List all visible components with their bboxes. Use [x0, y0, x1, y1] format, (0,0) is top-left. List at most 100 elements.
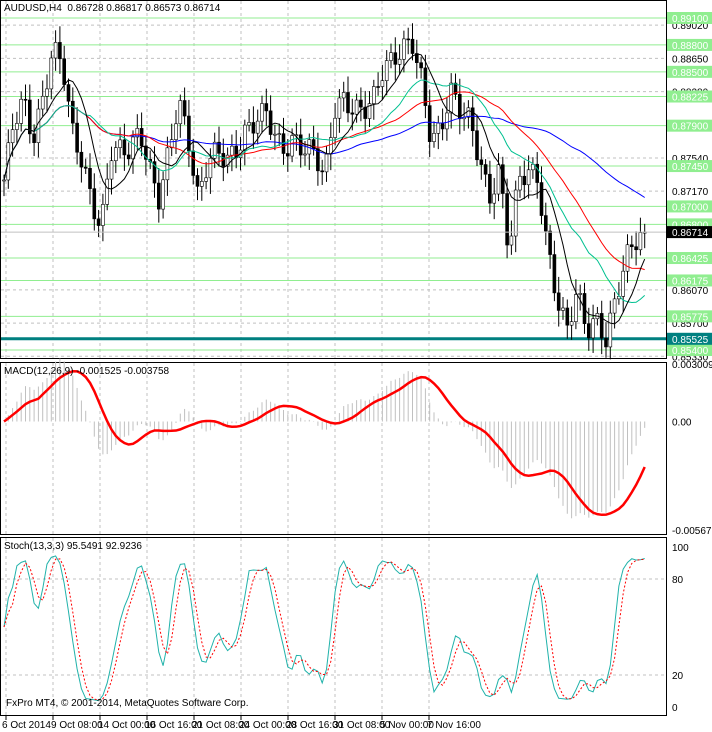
candle-body — [483, 164, 488, 175]
candle-body — [440, 122, 445, 130]
price-level-label: 0.87450 — [672, 162, 709, 173]
symbol-label: AUDUSD,H4 — [4, 3, 62, 14]
candle-body — [27, 99, 32, 135]
candle-body — [53, 42, 58, 59]
candle-body — [324, 153, 329, 173]
candle-body — [574, 294, 578, 322]
candle-body — [406, 38, 411, 41]
stoch-axis-label: 80 — [672, 575, 684, 586]
candle-body — [500, 164, 505, 194]
candle-body — [341, 92, 346, 99]
candle-body — [350, 112, 355, 115]
candle-body — [83, 166, 88, 169]
candle-body — [371, 86, 376, 104]
current-price-label: 0.86714 — [672, 228, 709, 239]
candle-body — [277, 133, 282, 135]
price-level-label: 0.85400 — [672, 346, 709, 357]
candle-body — [410, 38, 415, 54]
candle-body — [243, 124, 247, 151]
candle-body — [522, 175, 527, 186]
candle-body — [561, 307, 565, 311]
price-level-label: 0.87900 — [672, 122, 709, 133]
candle-body — [354, 99, 359, 115]
candle-body — [264, 103, 269, 112]
candle-body — [509, 235, 514, 246]
candle-body — [513, 189, 518, 237]
chart-header: AUDUSD,H4 0.86728 0.86817 0.86573 0.8671… — [4, 3, 220, 14]
x-axis-label: 7 Nov 16:00 — [427, 720, 481, 731]
price-level-label: 0.87000 — [672, 202, 709, 213]
chart-window: 6 Oct 2014 9 Oct 08:00 14 Oct 00:00 16 Oct … — [0, 0, 712, 732]
macd-axis-label: 0.003009 — [672, 360, 712, 371]
candle-body — [346, 92, 350, 114]
candle-body — [191, 150, 195, 176]
candle-body — [268, 110, 273, 135]
candle-body — [182, 100, 187, 117]
stoch-label: Stoch(13,3,3) 95.5491 92.9236 — [4, 541, 142, 552]
candle-body — [423, 67, 428, 106]
price-level-label: 0.88500 — [672, 68, 709, 79]
candle-body — [578, 293, 583, 295]
candle-body — [161, 179, 165, 210]
support-label: 0.85525 — [672, 335, 709, 346]
stoch-axis-label: 20 — [672, 671, 684, 682]
price-tick-label: 0.86070 — [672, 286, 709, 297]
ohlc-label: 0.86728 0.86817 0.86573 0.86714 — [67, 3, 221, 14]
candle-body — [419, 62, 423, 69]
copyright-label: FxPro MT4, © 2001-2014, MetaQuotes Softw… — [6, 698, 249, 709]
candle-body — [548, 230, 552, 255]
candle-body — [208, 157, 213, 179]
candle-body — [251, 122, 256, 134]
candle-body — [565, 307, 570, 326]
stoch-axis-label: 0 — [672, 703, 678, 714]
candle-body — [290, 135, 294, 157]
candle-body — [19, 98, 24, 124]
candle-body — [449, 82, 454, 114]
candle-body — [621, 270, 626, 297]
candle-body — [492, 193, 497, 204]
candle-body — [432, 133, 436, 142]
price-level-label: 0.86425 — [672, 254, 709, 265]
candle-body — [333, 117, 337, 138]
price-level-label: 0.85775 — [672, 312, 709, 323]
candle-body — [174, 123, 178, 140]
candle-body — [96, 218, 101, 226]
candle-body — [380, 80, 385, 87]
candle-body — [376, 86, 380, 88]
candle-body — [247, 122, 251, 126]
price-level-label: 0.88225 — [672, 93, 709, 104]
candle-body — [195, 175, 200, 187]
candle-body — [157, 182, 161, 210]
candle-body — [88, 168, 92, 189]
price-level-label: 0.86175 — [672, 276, 709, 287]
candle-body — [397, 58, 402, 65]
candle-body — [200, 181, 204, 187]
candle-body — [591, 318, 595, 339]
price-tick-label: 0.88650 — [672, 54, 709, 65]
candle-body — [552, 254, 557, 294]
candle-body — [32, 133, 36, 143]
candle-body — [178, 100, 183, 125]
candle-body — [488, 173, 492, 204]
candle-body — [204, 177, 208, 182]
candle-body — [445, 112, 449, 130]
candle-body — [15, 123, 19, 130]
candle-body — [126, 154, 131, 160]
candle-body — [109, 160, 114, 180]
candle-body — [505, 193, 509, 246]
candle-body — [71, 100, 75, 124]
candle-body — [58, 42, 62, 60]
price-tick-label: 0.87170 — [672, 187, 709, 198]
x-axis-label: 6 Oct 2014 — [2, 720, 51, 731]
candle-body — [337, 97, 342, 119]
candle-body — [475, 130, 479, 161]
candle-body — [118, 139, 122, 148]
candle-body — [604, 337, 608, 348]
candle-body — [273, 133, 277, 136]
candle-body — [66, 84, 71, 102]
candle-body — [384, 60, 389, 81]
candle-body — [122, 139, 127, 156]
candle-body — [569, 321, 574, 326]
candle-body — [45, 88, 49, 97]
candle-body — [92, 188, 97, 220]
